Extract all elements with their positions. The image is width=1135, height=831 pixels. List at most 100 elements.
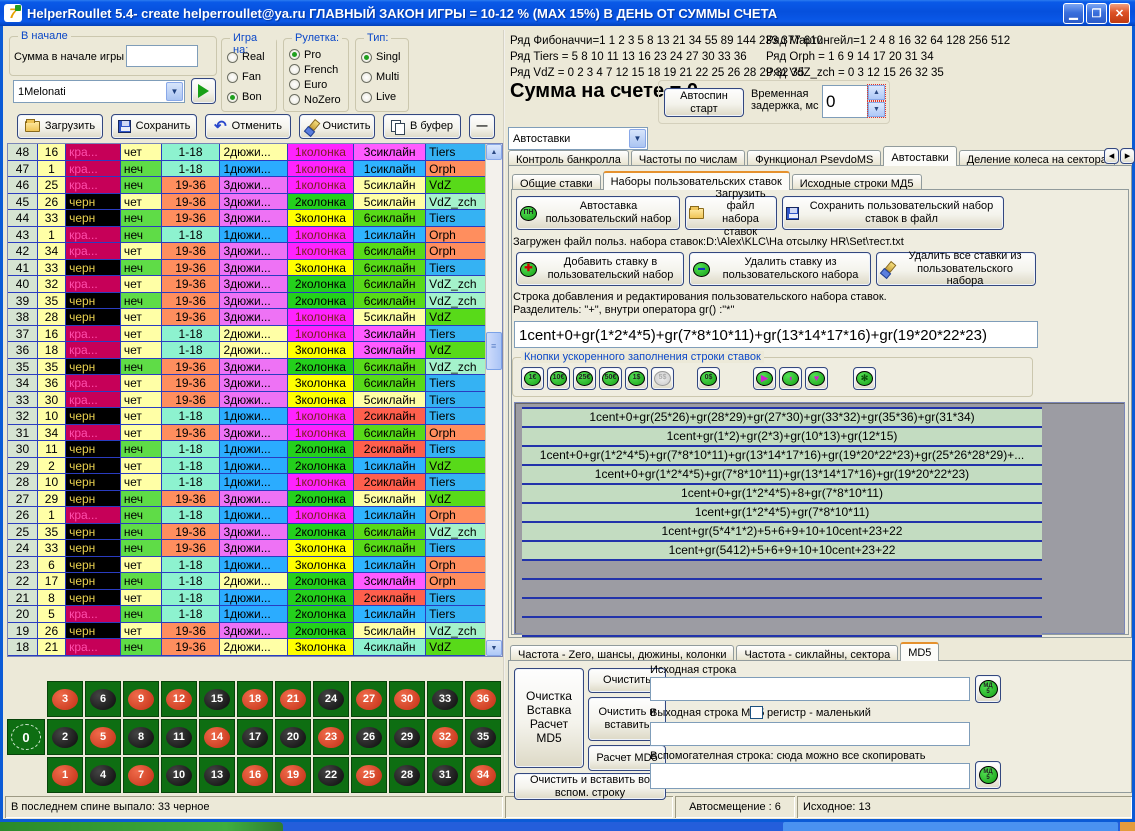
table-row[interactable]: 3011черннеч1-181дюжи...2колонка2сиклайнT… <box>8 441 502 458</box>
board-cell-19[interactable]: 19 <box>275 757 311 793</box>
set-button[interactable]: ПНАвтоставка пользовательский набор <box>516 196 680 230</box>
radio-icon[interactable] <box>361 72 372 83</box>
list-item[interactable]: 1cent+gr(5412)+5+6+9+10+10cent+23+22 <box>522 542 1042 561</box>
radio-icon[interactable] <box>289 94 300 105</box>
table-row[interactable]: 3935черннеч19-363дюжи...2колонка6сиклайн… <box>8 293 502 310</box>
board-cell-2[interactable]: 2 <box>47 719 83 755</box>
tab-3[interactable]: MD5 <box>900 642 939 661</box>
md5-clear-paste-calc-button[interactable]: Очистка Вставка Расчет MD5 <box>514 668 584 768</box>
radio-icon[interactable] <box>289 64 300 75</box>
radio-icon[interactable] <box>227 52 238 63</box>
board-cell-6[interactable]: 6 <box>85 681 121 717</box>
board-cell-9[interactable]: 9 <box>123 681 159 717</box>
board-cell-1[interactable]: 1 <box>47 757 83 793</box>
board-cell-20[interactable]: 20 <box>275 719 311 755</box>
board-cell-16[interactable]: 16 <box>237 757 273 793</box>
board-cell-34[interactable]: 34 <box>465 757 501 793</box>
table-row[interactable]: 218чернчет1-181дюжи...2колонка2сиклайнTi… <box>8 590 502 607</box>
table-scrollbar[interactable]: ▲ ▼ <box>485 144 502 656</box>
strategy-combobox[interactable]: 1Melonati ▼ <box>13 80 185 103</box>
quick-bet-button-0$[interactable]: 0$ <box>697 367 720 390</box>
board-cell-28[interactable]: 28 <box>389 757 425 793</box>
table-row[interactable]: 2217черннеч1-182дюжи...2колонка3сиклайнO… <box>8 573 502 590</box>
taskbar[interactable] <box>0 822 1135 831</box>
table-row[interactable]: 3210чернчет1-181дюжи...1колонка2сиклайнT… <box>8 408 502 425</box>
bet-string-input[interactable]: 1cent+0+gr(1*2*4*5)+gr(7*8*10*11)+gr(13*… <box>514 321 1038 348</box>
quick-bet-button-1$[interactable]: 1$ <box>625 367 648 390</box>
lowercase-checkbox[interactable] <box>750 706 763 719</box>
table-row[interactable]: 3828чернчет19-363дюжи...1колонка5сиклайн… <box>8 309 502 326</box>
md5-clear-paste-aux-button[interactable]: Очистить и вставить во вспом. строку <box>514 773 666 800</box>
board-cell-25[interactable]: 25 <box>351 757 387 793</box>
spin-up-icon[interactable]: ▲ <box>868 85 885 100</box>
list-item[interactable]: 1cent+0+gr(1*2*4*5)+gr(7*8*10*11)+gr(13*… <box>522 466 1042 485</box>
md5-source-input[interactable] <box>650 677 970 701</box>
toolbar-folder-button[interactable]: Загрузить <box>17 114 103 139</box>
radio-option-french[interactable]: French <box>289 62 341 77</box>
table-row[interactable]: 4433черннеч19-363дюжи...3колонка6сиклайн… <box>8 210 502 227</box>
board-cell-5[interactable]: 5 <box>85 719 121 755</box>
quick-bet-button-5$[interactable]: 5$ <box>651 367 674 390</box>
board-cell-17[interactable]: 17 <box>237 719 273 755</box>
board-cell-33[interactable]: 33 <box>427 681 463 717</box>
board-cell-36[interactable]: 36 <box>465 681 501 717</box>
start-sum-input[interactable] <box>126 45 198 67</box>
table-row[interactable]: 292чернчет1-181дюжи...2колонка1сиклайнVd… <box>8 458 502 475</box>
table-row[interactable]: 261кра...неч1-181дюжи...1колонка1сиклайн… <box>8 507 502 524</box>
md5-aux-calc-button[interactable]: МД5 <box>975 761 1001 789</box>
md5-source-calc-button[interactable]: МД5 <box>975 675 1001 703</box>
table-row[interactable]: 2810чернчет1-181дюжи...1колонка2сиклайнT… <box>8 474 502 491</box>
table-row[interactable]: 3535черннеч19-363дюжи...2колонка6сиклайн… <box>8 359 502 376</box>
bet-strings-list[interactable]: 1cent+0+gr(25*26)+gr(28*29)+gr(27*30)+gr… <box>514 402 1125 634</box>
board-cell-13[interactable]: 13 <box>199 757 235 793</box>
board-cell-14[interactable]: 14 <box>199 719 235 755</box>
table-row[interactable]: 431кра...неч1-181дюжи...1колонка1сиклайн… <box>8 227 502 244</box>
maximize-button[interactable]: ❐ <box>1086 3 1107 24</box>
table-row[interactable]: 2729черннеч19-363дюжи...2колонка5сиклайн… <box>8 491 502 508</box>
table-row[interactable]: 1926чернчет19-363дюжи...2колонка5сиклайн… <box>8 623 502 640</box>
board-cell-12[interactable]: 12 <box>161 681 197 717</box>
table-row[interactable]: 3134кра...чет19-363дюжи...1колонка6сикла… <box>8 425 502 442</box>
toolbar-brush-button[interactable]: Очистить <box>299 114 375 139</box>
quick-bet-button-10€[interactable]: 10€ <box>547 367 570 390</box>
board-cell-30[interactable]: 30 <box>389 681 425 717</box>
radio-option-euro[interactable]: Euro <box>289 77 341 92</box>
radio-icon[interactable] <box>227 92 238 103</box>
board-cell-26[interactable]: 26 <box>351 719 387 755</box>
radio-icon[interactable] <box>361 52 372 63</box>
board-cell-4[interactable]: 4 <box>85 757 121 793</box>
table-row[interactable]: 236чернчет1-181дюжи...3колонка1сиклайнOr… <box>8 557 502 574</box>
tabs-scroll-left-icon[interactable]: ◂ <box>1104 148 1119 164</box>
list-item[interactable]: 1cent+0+gr(25*26)+gr(28*29)+gr(27*30)+gr… <box>522 409 1042 428</box>
list-item[interactable]: 1cent+0+gr(1*2*4*5)+gr(7*8*10*11)+gr(13*… <box>522 447 1042 466</box>
table-row[interactable]: 4234кра...чет19-363дюжи...1колонка6сикла… <box>8 243 502 260</box>
board-cell-29[interactable]: 29 <box>389 719 425 755</box>
taskbar-window-button[interactable] <box>783 822 1118 831</box>
spin-history-table[interactable]: 4816кра...чет1-182дюжи...1колонка3сиклай… <box>7 143 503 657</box>
title-bar[interactable]: 7 HelperRoullet 5.4- create helperroulle… <box>0 0 1135 26</box>
delay-input[interactable]: 0 <box>822 85 868 118</box>
list-item[interactable]: 1cent+gr(1*2)+gr(2*3)+gr(10*13)+gr(12*15… <box>522 428 1042 447</box>
md5-aux-input[interactable] <box>650 763 970 789</box>
radio-option-bon[interactable]: Bon <box>227 90 265 105</box>
table-row[interactable]: 3618кра...чет1-182дюжи...3колонка3сиклай… <box>8 342 502 359</box>
quick-bet-button-50€[interactable]: 50€ <box>599 367 622 390</box>
table-row[interactable]: 205кра...неч1-181дюжи...2колонка1сиклайн… <box>8 606 502 623</box>
set-button[interactable]: Сохранить пользовательский набор ставок … <box>782 196 1004 230</box>
board-cell-8[interactable]: 8 <box>123 719 159 755</box>
board-cell-0[interactable]: 0 <box>7 719 45 755</box>
radio-icon[interactable] <box>361 92 372 103</box>
toolbar-undo-button[interactable]: ↶Отменить <box>205 114 291 139</box>
radio-icon[interactable] <box>227 72 238 83</box>
board-cell-10[interactable]: 10 <box>161 757 197 793</box>
quick-bet-button-25€[interactable]: 25€ <box>573 367 596 390</box>
board-cell-35[interactable]: 35 <box>465 719 501 755</box>
toolbar-minimize-panel-button[interactable]: — <box>469 114 495 139</box>
scroll-up-icon[interactable]: ▲ <box>486 144 502 160</box>
minimize-button[interactable]: ▁ <box>1063 3 1084 24</box>
radio-option-singl[interactable]: Singl <box>361 50 400 65</box>
radio-option-multi[interactable]: Multi <box>361 70 400 85</box>
quick-bet-button[interactable]: ✻ <box>853 367 876 390</box>
scroll-down-icon[interactable]: ▼ <box>486 640 502 656</box>
table-row[interactable]: 3330кра...чет19-363дюжи...3колонка5сикла… <box>8 392 502 409</box>
